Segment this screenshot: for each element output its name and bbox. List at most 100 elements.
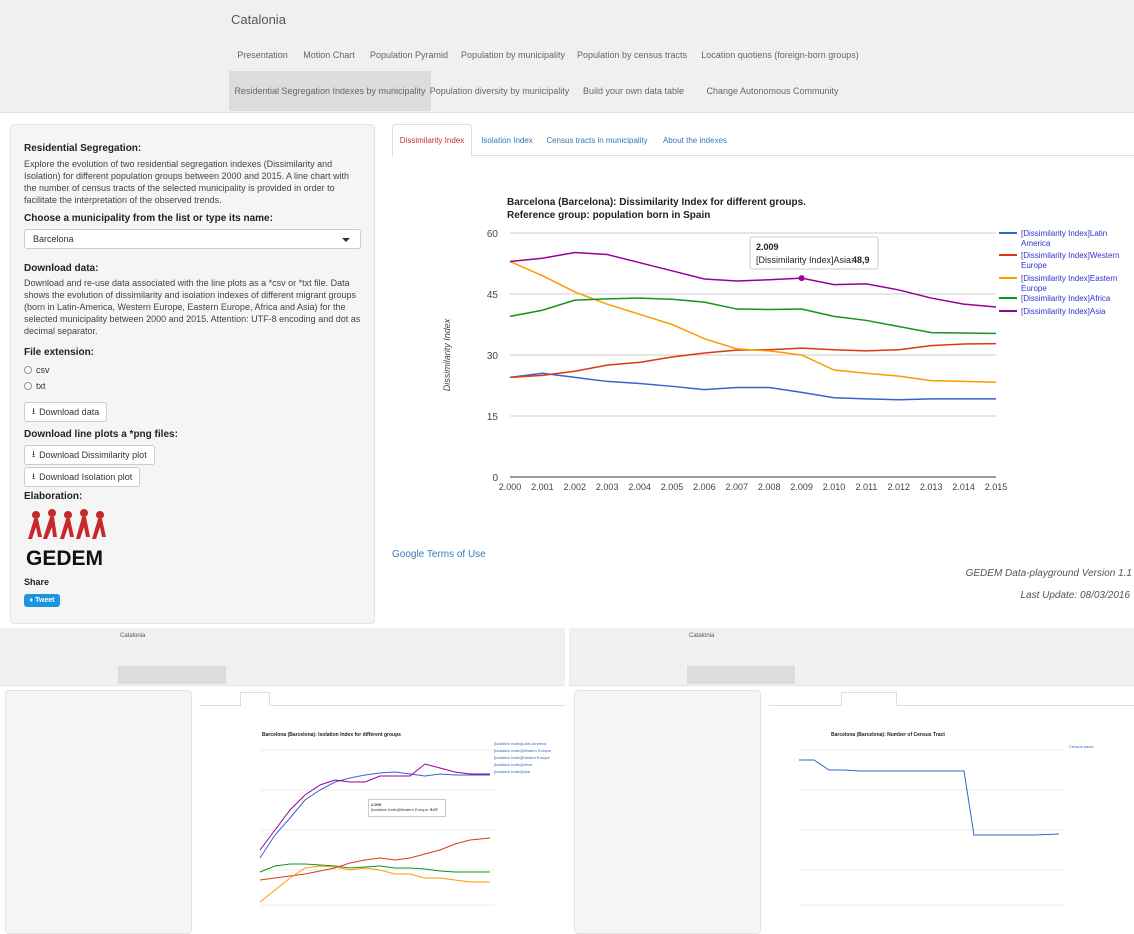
x-tick-label: 2.002 (564, 482, 587, 492)
sidebar-heading: Residential Segregation: (24, 143, 142, 154)
nav-item[interactable]: Population by census tracts (570, 38, 694, 72)
app-brand[interactable]: Catalonia (231, 12, 286, 27)
x-tick-label: 2.003 (596, 482, 619, 492)
y-tick-label: 45 (487, 290, 499, 301)
legend-label: [Dissimilarity Index]Asia (1021, 307, 1106, 316)
tweet-button[interactable]: ♦ Tweet (24, 594, 60, 607)
y-axis-label: Dissimilarity Index (442, 318, 452, 391)
nav-item[interactable]: Population diversity by municipality (430, 71, 570, 111)
series-line (509, 260, 997, 383)
plots-heading: Download line plots a *png files: (24, 429, 178, 440)
thumb-sidebar (574, 690, 761, 934)
download-data-button[interactable]: ⭳ Download data (24, 402, 108, 422)
x-tick-label: 2.007 (726, 482, 749, 492)
thumb-census-chart (799, 749, 1064, 906)
chart-subtitle: Reference group: population born in Spai… (507, 210, 710, 221)
file-extension-label: File extension: (24, 347, 95, 358)
caret-down-icon (342, 238, 350, 242)
download-data-heading: Download data: (24, 263, 99, 274)
data-point-highlight (798, 275, 805, 282)
thumb-tabbar (769, 690, 1134, 706)
y-tick-label: 60 (487, 229, 499, 240)
x-tick-label: 2.006 (693, 482, 716, 492)
legend-label: Europe (1021, 261, 1047, 270)
nav-item[interactable]: Motion Chart (296, 38, 362, 72)
legend-label: [Dissimilarity Index]Eastern (1021, 274, 1117, 283)
tooltip-year: 2.009 (756, 242, 779, 252)
download-icon: ⭳ (32, 471, 36, 481)
thumb-census-title: Barcelona (Barcelona): Number of Census … (831, 732, 945, 738)
tab-item[interactable]: About the indexes (655, 124, 735, 157)
tab-item[interactable]: Dissimilarity Index (392, 124, 472, 157)
legend-label: Europe (1021, 284, 1047, 293)
download-isolation-label: Download Isolation plot (39, 472, 133, 482)
x-tick-label: 2.015 (985, 482, 1008, 492)
elaboration-label: Elaboration: (24, 491, 83, 502)
nav-item[interactable]: Population Pyramid (362, 38, 456, 72)
y-tick-label: 0 (492, 473, 498, 484)
x-tick-label: 2.004 (628, 482, 651, 492)
footer-update: Last Update: 08/03/2016 (1020, 590, 1130, 601)
radio-txt[interactable]: txt (24, 381, 46, 391)
thumb-tab-active (841, 692, 897, 706)
x-tick-label: 2.000 (499, 482, 522, 492)
dissimilarity-chart: Barcelona (Barcelona): Dissimilarity Ind… (442, 197, 1120, 492)
radio-csv-circle[interactable] (24, 366, 32, 374)
twitter-icon: ♦ (29, 597, 34, 604)
municipality-selected-value: Barcelona (33, 234, 74, 244)
x-tick-label: 2.013 (920, 482, 943, 492)
footer-version: GEDEM Data-playground Version 1.1 (965, 568, 1132, 579)
nav-item[interactable]: Presentation (229, 38, 296, 72)
tooltip-label: [Dissimilarity Index]Asia: (756, 255, 854, 265)
x-tick-label: 2.008 (758, 482, 781, 492)
radio-csv[interactable]: csv (24, 365, 50, 375)
download-icon: ⭳ (32, 406, 36, 416)
thumb-sidebar (5, 690, 192, 934)
nav-item[interactable]: Build your own data table (568, 71, 699, 111)
x-tick-label: 2.009 (790, 482, 813, 492)
x-tick-label: 2.012 (888, 482, 911, 492)
download-isolation-button[interactable]: ⭳ Download Isolation plot (24, 467, 141, 487)
download-icon: ⭳ (32, 449, 36, 459)
thumb-nav-active (118, 666, 226, 684)
thumb-legend-item: [Isolation Index]Asia (494, 769, 530, 774)
thumb-legend-item: [Isolation Index]Africa (494, 762, 533, 767)
legend-label: [Dissimilarity Index]Africa (1021, 294, 1111, 303)
legend-label: [Dissimilarity Index]Latin (1021, 229, 1107, 238)
google-terms-link[interactable]: Google Terms of Use (392, 549, 486, 560)
download-dissimilarity-button[interactable]: ⭳ Download Dissimilarity plot (24, 445, 155, 465)
thumb-isolation-tooltip: 2.009 [Isolation Index]Western Europe: 5… (368, 799, 446, 817)
tab-item[interactable]: Census tracts in municipality (541, 124, 653, 157)
thumb-navbar (0, 628, 565, 686)
y-tick-label: 30 (487, 351, 499, 362)
x-tick-label: 2.001 (531, 482, 554, 492)
nav-item[interactable]: Change Autonomous Community (699, 71, 846, 111)
series-line (509, 342, 997, 379)
thumb-legend-item: [Isolation Index]Western Europe (494, 748, 551, 753)
municipality-select[interactable]: Barcelona (24, 229, 361, 249)
thumb-isolation-chart (259, 749, 495, 906)
nav-item[interactable]: Residential Segregation Indexes by munic… (229, 71, 431, 111)
x-tick-label: 2.011 (855, 482, 877, 492)
x-tick-label: 2.005 (661, 482, 684, 492)
logo-text: GEDEM (26, 547, 103, 570)
nav-item[interactable]: Location quotiens (foreign-born groups) (694, 38, 866, 72)
tooltip-value: 48,9 (852, 255, 870, 265)
radio-csv-label: csv (36, 365, 50, 375)
thumb-tooltip-row: [Isolation Index]Western Europe: 5.07 (371, 807, 443, 812)
series-line (509, 372, 996, 401)
legend-label: America (1021, 239, 1051, 248)
radio-txt-circle[interactable] (24, 382, 32, 390)
y-tick-label: 15 (487, 412, 499, 423)
thumb-brand: Catalonia (120, 633, 146, 639)
download-data-label: Download data (39, 407, 100, 417)
nav-item[interactable]: Population by municipality (456, 38, 570, 72)
share-label: Share (24, 577, 50, 587)
gedem-logo-figures: GEDEM (26, 509, 106, 570)
municipality-label: Choose a municipality from the list or t… (24, 213, 273, 224)
gedem-logo: GEDEM (24, 509, 114, 571)
sidebar-panel: Residential Segregation: Explore the evo… (10, 124, 375, 624)
tab-item[interactable]: Isolation Index (474, 124, 540, 157)
radio-txt-label: txt (36, 381, 46, 391)
download-dissimilarity-label: Download Dissimilarity plot (39, 450, 147, 460)
